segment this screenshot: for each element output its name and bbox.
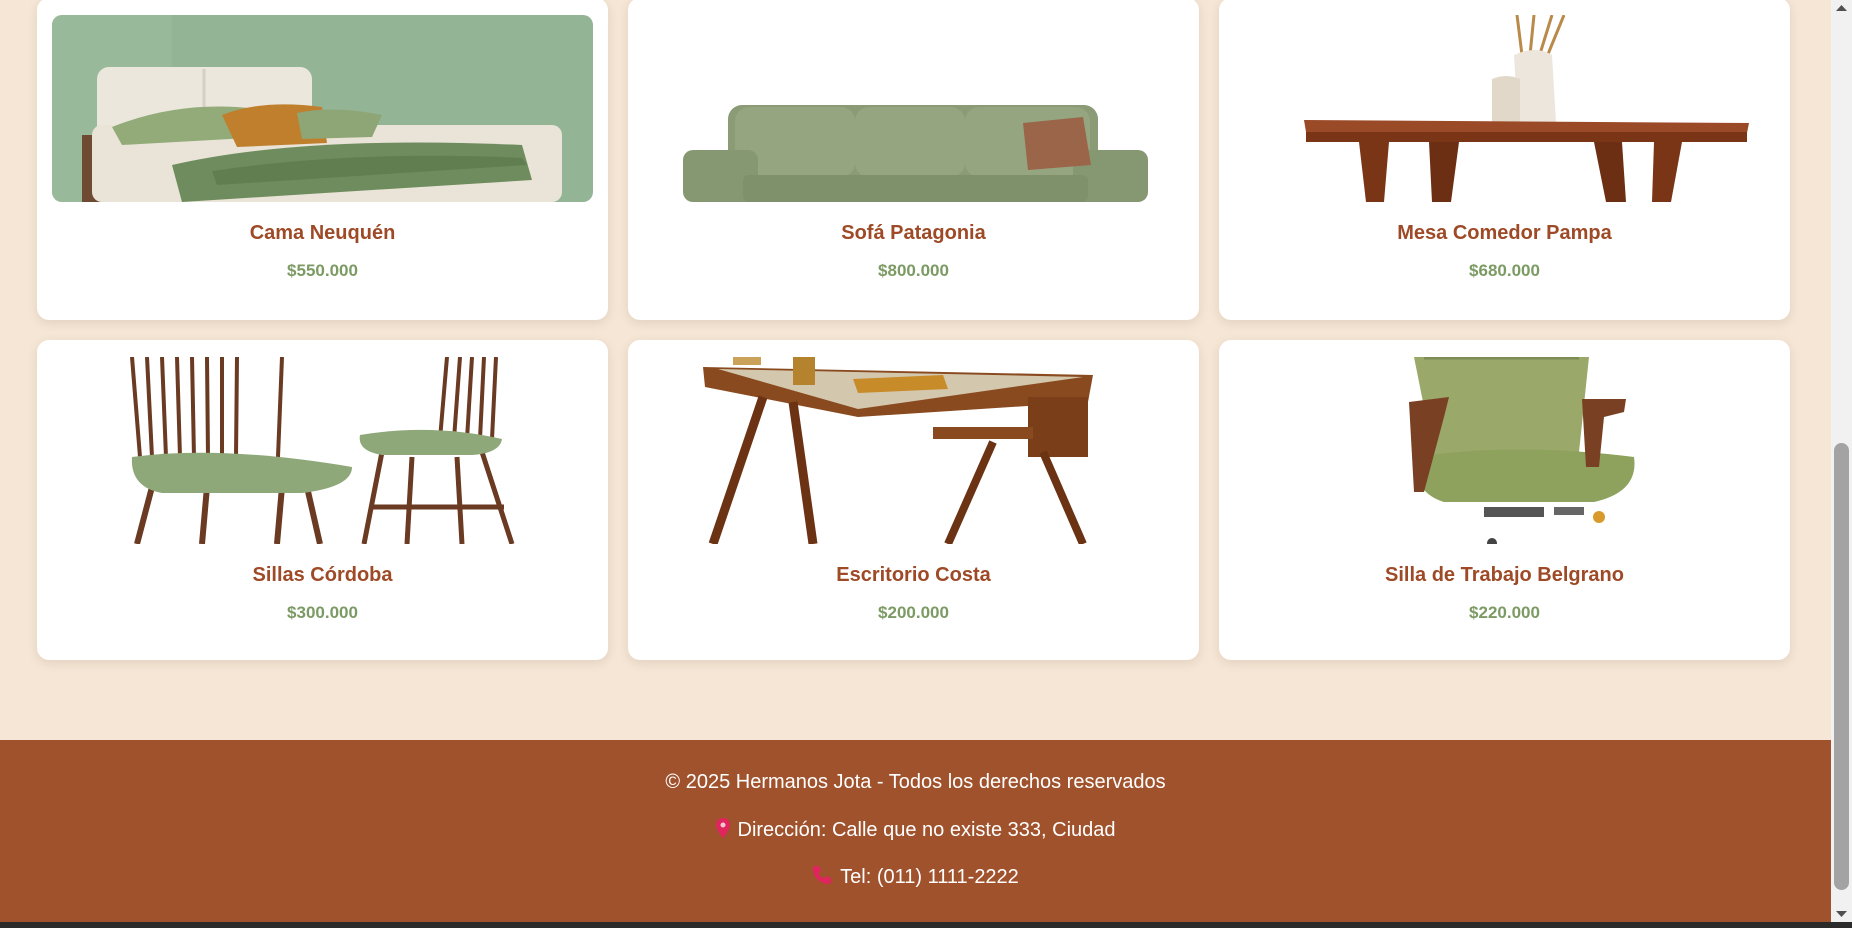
scroll-down-arrow-icon[interactable] [1831,905,1852,922]
product-name: Sillas Córdoba [252,564,393,586]
scrollbar-thumb[interactable] [1834,443,1849,890]
product-price: $550.000 [287,261,358,280]
page-viewport: Cama Neuquén $550.000 Sofá Patagonia $80… [0,0,1831,922]
product-name: Silla de Trabajo Belgrano [1385,564,1624,586]
office-chair-illustration [1234,357,1775,544]
footer-address-text: Dirección: Calle que no existe 333, Ciud… [737,819,1116,841]
pin-icon [715,818,730,844]
window-bottom-border [0,922,1852,928]
product-card[interactable]: Sofá Patagonia $800.000 [628,0,1199,320]
vertical-scrollbar[interactable] [1831,0,1852,922]
product-price: $200.000 [878,603,949,622]
site-footer: © 2025 Hermanos Jota - Todos los derecho… [0,740,1831,922]
product-card[interactable]: Mesa Comedor Pampa $680.000 [1219,0,1790,320]
phone-icon [812,865,832,891]
desk-illustration [643,357,1184,544]
chairs-image[interactable] [52,357,593,544]
desk-image[interactable] [643,357,1184,544]
product-name: Sofá Patagonia [841,222,986,244]
product-card[interactable]: Cama Neuquén $550.000 [37,0,608,320]
sofa-image[interactable] [643,15,1184,202]
product-card[interactable]: Escritorio Costa $200.000 [628,340,1199,660]
product-price: $300.000 [287,603,358,622]
footer-address: Dirección: Calle que no existe 333, Ciud… [0,818,1831,844]
product-price: $800.000 [878,261,949,280]
bed-image[interactable] [52,15,593,202]
product-grid: Cama Neuquén $550.000 Sofá Patagonia $80… [37,0,1791,660]
footer-copyright: © 2025 Hermanos Jota - Todos los derecho… [665,771,1166,793]
scroll-up-arrow-icon[interactable] [1831,0,1852,17]
table-illustration [1234,15,1775,202]
footer-phone: Tel: (011) 1111-2222 [0,865,1831,891]
office-chair-image[interactable] [1234,357,1775,544]
chairs-illustration [52,357,593,544]
product-price: $680.000 [1469,261,1540,280]
footer-phone-text[interactable]: Tel: (011) 1111-2222 [840,866,1019,888]
bed-illustration [52,15,593,202]
sofa-illustration [643,15,1184,202]
product-price: $220.000 [1469,603,1540,622]
product-card[interactable]: Silla de Trabajo Belgrano $220.000 [1219,340,1790,660]
product-name: Cama Neuquén [249,222,396,244]
product-name: Mesa Comedor Pampa [1397,222,1612,244]
product-card[interactable]: Sillas Córdoba $300.000 [37,340,608,660]
product-name: Escritorio Costa [836,564,991,586]
dining-table-image[interactable] [1234,15,1775,202]
